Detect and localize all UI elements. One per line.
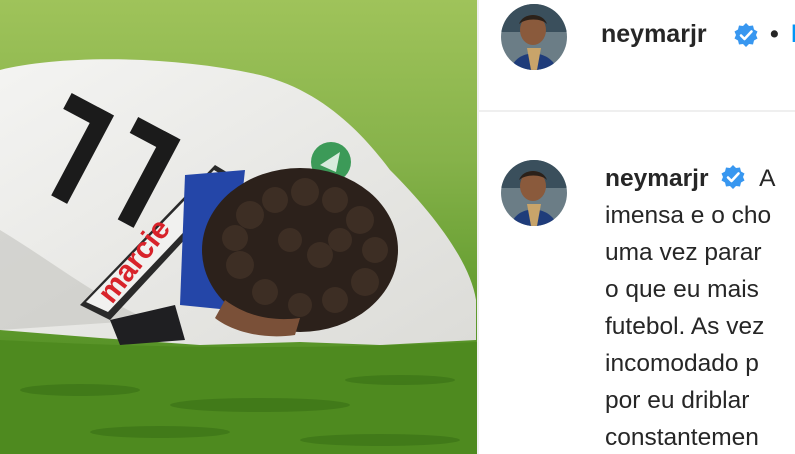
post-side-panel: neymarjr • F neymarjr A imensa e o cho u (477, 0, 795, 454)
post-header: neymarjr • F (479, 0, 795, 112)
caption-text: imensa e o cho (605, 202, 772, 229)
caption-text: futebol. As vez (605, 313, 765, 340)
caption-username[interactable]: neymarjr (605, 165, 709, 192)
header-separator: • (770, 20, 779, 48)
post-caption: neymarjr A imensa e o cho uma vez parar … (605, 160, 795, 454)
avatar[interactable] (501, 4, 567, 70)
profile-picture-icon (501, 4, 567, 70)
caption-text: constantemen (605, 424, 759, 451)
caption-avatar[interactable] (501, 160, 567, 226)
caption-text: por eu driblar (605, 387, 750, 414)
caption-text: uma vez parar (605, 239, 762, 266)
profile-picture-icon (501, 160, 567, 226)
caption-line-1: neymarjr A (605, 160, 795, 197)
header-username[interactable]: neymarjr (601, 20, 707, 49)
player-lying-on-grass-photo: marcie (0, 0, 477, 454)
post-photo[interactable]: marcie (0, 0, 477, 454)
caption-text: o que eu mais (605, 276, 759, 303)
caption-text: A (759, 165, 776, 192)
caption-text: incomodado p (605, 350, 759, 377)
follow-button[interactable]: F (791, 20, 795, 49)
verified-badge-icon (734, 23, 758, 47)
verified-badge-icon (721, 165, 745, 189)
